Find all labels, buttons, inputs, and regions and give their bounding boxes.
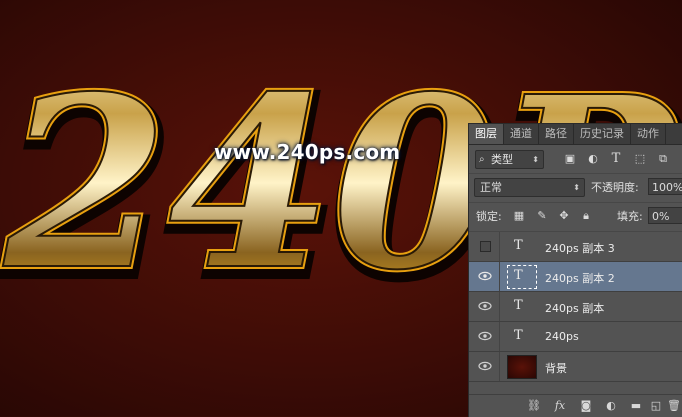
eye-icon[interactable] bbox=[478, 331, 492, 341]
shape-filter-icon[interactable]: ⬚ bbox=[633, 152, 647, 166]
blend-row: 正常 ⬍ 不透明度: 100% bbox=[469, 174, 682, 203]
panel-tabs: 图层 通道 路径 历史记录 动作 bbox=[469, 124, 682, 145]
image-filter-icon[interactable]: ▣ bbox=[563, 152, 577, 166]
watermark-text: www.240ps.com bbox=[214, 140, 401, 164]
layer-row[interactable]: 背景 bbox=[469, 352, 682, 382]
panel-footer: ⛓ fx ◙ ◐ ▬ ◱ 🗑︎ bbox=[469, 394, 682, 417]
layer-list: T 240ps 副本 3 T 240ps 副本 2 T 240ps 副本 T 2… bbox=[469, 232, 682, 382]
smart-object-filter-icon[interactable]: ⧉ bbox=[656, 152, 670, 166]
trash-icon[interactable]: 🗑︎ bbox=[667, 399, 681, 413]
eye-icon[interactable] bbox=[478, 301, 492, 311]
updown-arrow-icon: ⬍ bbox=[532, 155, 539, 164]
lock-label: 锁定: bbox=[476, 210, 502, 223]
tab-paths[interactable]: 路径 bbox=[539, 124, 574, 144]
lock-all-icon[interactable]: 🔒︎ bbox=[580, 210, 592, 222]
layer-row[interactable]: T 240ps bbox=[469, 322, 682, 352]
group-folder-icon[interactable]: ▬ bbox=[629, 399, 643, 413]
fx-icon[interactable]: fx bbox=[553, 399, 567, 413]
lock-image-pixels-icon[interactable]: ✎ bbox=[536, 210, 548, 222]
layer-row[interactable]: T 240ps 副本 2 bbox=[469, 262, 682, 292]
layer-row[interactable]: T 240ps 副本 3 bbox=[469, 232, 682, 262]
layers-panel: 图层 通道 路径 历史记录 动作 ⌕ 类型 ⬍ ▣ ◐ T ⬚ ⧉ 正常 ⬍ 不… bbox=[468, 123, 682, 417]
opacity-input[interactable]: 100% bbox=[648, 178, 682, 195]
layer-name: 背景 bbox=[545, 362, 567, 375]
fill-label: 填充: bbox=[617, 210, 643, 223]
link-icon[interactable]: ⛓ bbox=[527, 399, 541, 413]
layer-name: 240ps 副本 3 bbox=[545, 242, 615, 255]
layer-row[interactable]: T 240ps 副本 bbox=[469, 292, 682, 322]
layer-name: 240ps 副本 2 bbox=[545, 272, 615, 285]
background-thumbnail bbox=[507, 355, 537, 379]
tab-actions[interactable]: 动作 bbox=[631, 124, 666, 144]
tab-channels[interactable]: 通道 bbox=[504, 124, 539, 144]
filter-row: ⌕ 类型 ⬍ ▣ ◐ T ⬚ ⧉ bbox=[469, 145, 682, 174]
eye-icon[interactable] bbox=[478, 361, 492, 371]
tab-history[interactable]: 历史记录 bbox=[574, 124, 631, 144]
text-layer-icon: T bbox=[514, 268, 523, 283]
search-icon: ⌕ bbox=[479, 154, 485, 165]
lock-transparent-pixels-icon[interactable]: ▦ bbox=[513, 210, 525, 222]
layer-name: 240ps 副本 bbox=[545, 302, 605, 315]
opacity-label: 不透明度: bbox=[591, 181, 639, 194]
eye-icon[interactable] bbox=[478, 271, 492, 281]
new-layer-icon[interactable]: ◱ bbox=[649, 399, 663, 413]
text-layer-icon: T bbox=[514, 238, 523, 253]
fill-input[interactable]: 0% bbox=[648, 207, 682, 224]
adjustment-filter-icon[interactable]: ◐ bbox=[586, 152, 600, 166]
type-filter-icon[interactable]: T bbox=[609, 152, 623, 166]
lock-position-icon[interactable]: ✥ bbox=[558, 210, 570, 222]
lock-row: 锁定: ▦ ✎ ✥ 🔒︎ 填充: 0% bbox=[469, 203, 682, 232]
filter-kind-select[interactable]: ⌕ 类型 ⬍ bbox=[475, 150, 544, 169]
adjustment-icon[interactable]: ◐ bbox=[604, 399, 618, 413]
layer-name: 240ps bbox=[545, 330, 579, 343]
tab-layers[interactable]: 图层 bbox=[469, 124, 504, 144]
updown-arrow-icon: ⬍ bbox=[573, 183, 580, 192]
visibility-toggle-off[interactable] bbox=[480, 241, 491, 252]
blend-mode-select[interactable]: 正常 ⬍ bbox=[474, 178, 585, 197]
mask-icon[interactable]: ◙ bbox=[579, 399, 593, 413]
text-layer-icon: T bbox=[514, 328, 523, 343]
text-layer-icon: T bbox=[514, 298, 523, 313]
